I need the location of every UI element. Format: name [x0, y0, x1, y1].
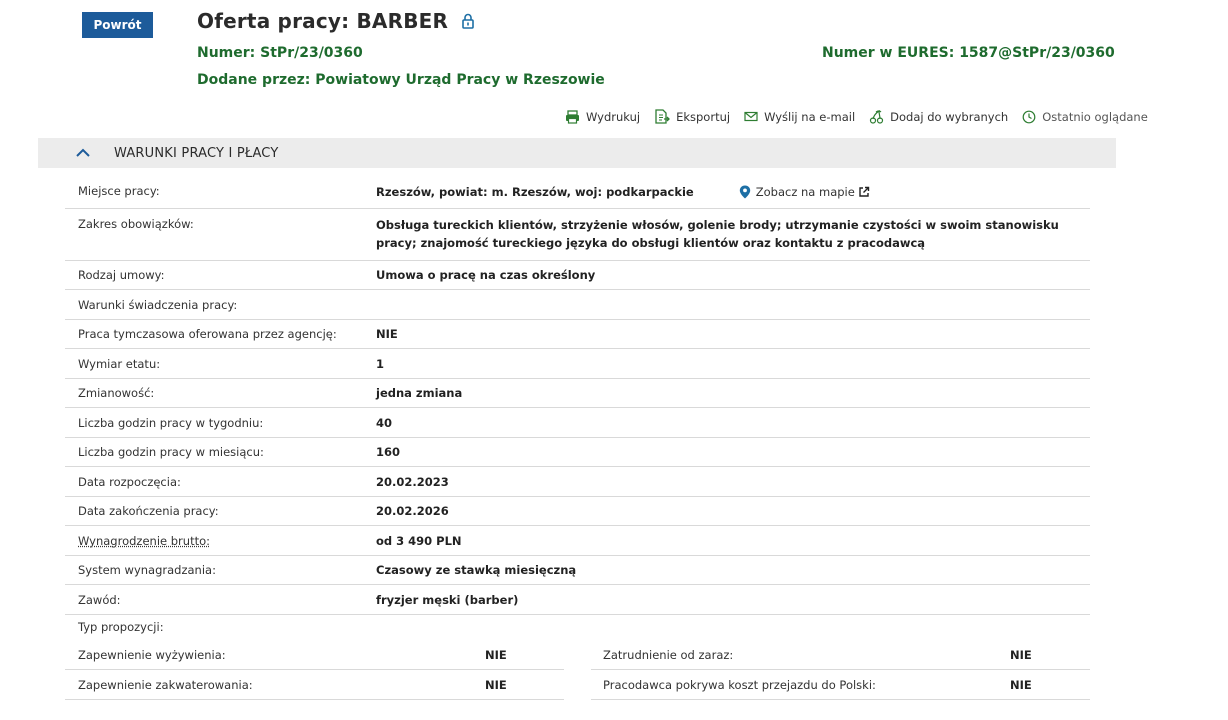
row-key: System wynagradzania:	[78, 563, 216, 577]
email-action[interactable]: Wyślij na e-mail	[744, 110, 855, 124]
row-value: 20.02.2026	[376, 504, 449, 518]
table-row: Liczba godzin pracy w tygodniu: 40	[65, 408, 1090, 438]
table-row: Praca tymczasowa oferowana przez agencję…	[65, 320, 1090, 349]
row-key: Data zakończenia pracy:	[78, 504, 219, 518]
row-value: fryzjer męski (barber)	[376, 592, 519, 607]
table-row: Miejsce pracy: Rzeszów, powiat: m. Rzesz…	[65, 175, 1090, 209]
table-row: Data zakończenia pracy: 20.02.2026	[65, 497, 1090, 526]
proposal-key: Zapewnienie zakwaterowania:	[78, 677, 253, 692]
table-row: System wynagradzania: Czasowy ze stawką …	[65, 556, 1090, 585]
section-title: WARUNKI PRACY I PŁACY	[114, 145, 279, 161]
table-row: Zakres obowiązków: Obsługa tureckich kli…	[65, 209, 1090, 261]
row-value: Umowa o pracę na czas określony	[376, 268, 596, 282]
map-pin-icon	[739, 185, 750, 198]
table-row: Data rozpoczęcia: 20.02.2023	[65, 467, 1090, 497]
cherries-icon	[870, 109, 884, 124]
print-action[interactable]: Wydrukuj	[565, 110, 640, 124]
row-value: NIE	[376, 327, 398, 341]
table-row: Wynagrodzenie brutto: od 3 490 PLN	[65, 526, 1090, 556]
proposal-item: Zapewnienie wyżywienia: NIE	[65, 641, 564, 670]
email-action-label: Wyślij na e-mail	[764, 109, 856, 124]
row-value: Obsługa tureckich klientów, strzyżenie w…	[376, 218, 1059, 250]
row-value: 1	[376, 356, 385, 371]
proposal-item: Pracodawca pokrywa koszt przejazdu do Po…	[591, 670, 1090, 700]
table-row: Zawód: fryzjer męski (barber)	[65, 585, 1090, 615]
row-value: 160	[376, 445, 401, 459]
page-title-row: Oferta pracy: BARBER	[197, 9, 475, 33]
lock-icon	[461, 13, 475, 29]
offer-number: Numer: StPr/23/0360	[197, 45, 363, 61]
row-key: Praca tymczasowa oferowana przez agencję…	[78, 327, 337, 341]
export-icon	[655, 109, 671, 124]
printer-icon	[566, 109, 579, 124]
recently-viewed-label: Ostatnio oglądane	[1042, 109, 1148, 124]
clock-icon	[1022, 110, 1036, 123]
added-by-label: Dodane przez:	[197, 72, 311, 88]
section-header-warunki[interactable]: WARUNKI PRACY I PŁACY	[38, 138, 1116, 168]
proposal-value: NIE	[485, 677, 507, 692]
row-key: Miejsce pracy:	[78, 184, 160, 198]
row-key: Wymiar etatu:	[78, 356, 161, 371]
eures-number: Numer w EURES: 1587@StPr/23/0360	[822, 45, 1115, 61]
row-value: 40	[376, 415, 393, 430]
row-key: Liczba godzin pracy w miesiącu:	[78, 445, 264, 459]
table-row: Liczba godzin pracy w miesiącu: 160	[65, 438, 1090, 467]
map-link[interactable]: Zobacz na mapie	[739, 185, 870, 199]
offer-number-label: Numer:	[197, 45, 256, 61]
row-value: Rzeszów, powiat: m. Rzeszów, woj: podkar…	[376, 185, 1090, 199]
recently-viewed-action[interactable]: Ostatnio oglądane	[1022, 110, 1148, 124]
print-action-label: Wydrukuj	[586, 109, 641, 124]
external-link-icon	[859, 186, 870, 197]
proposal-item: Zatrudnienie od zaraz: NIE	[591, 641, 1090, 670]
row-key: Zmianowość:	[78, 386, 155, 400]
row-value: od 3 490 PLN	[376, 533, 462, 548]
conditions-table: Miejsce pracy: Rzeszów, powiat: m. Rzesz…	[65, 175, 1090, 615]
typ-propozycji-label: Typ propozycji:	[78, 620, 164, 634]
eures-number-value: 1587@StPr/23/0360	[959, 45, 1115, 61]
actions-toolbar: Wydrukuj Eksportuj Wyślij na e-mail Doda…	[565, 109, 1148, 124]
proposal-key: Pracodawca pokrywa koszt przejazdu do Po…	[603, 677, 876, 692]
row-key: Liczba godzin pracy w tygodniu:	[78, 415, 264, 430]
back-button[interactable]: Powrót	[82, 12, 153, 38]
location-value: Rzeszów, powiat: m. Rzeszów, woj: podkar…	[376, 184, 694, 199]
row-value: 20.02.2023	[376, 474, 449, 489]
table-row: Warunki świadczenia pracy:	[65, 290, 1090, 320]
table-row: Zmianowość: jedna zmiana	[65, 379, 1090, 408]
salary-key-tooltip[interactable]: Wynagrodzenie brutto:	[65, 534, 376, 548]
row-key: Data rozpoczęcia:	[78, 474, 181, 489]
map-link-label: Zobacz na mapie	[755, 184, 855, 199]
offer-number-value: StPr/23/0360	[260, 45, 363, 61]
added-by: Dodane przez: Powiatowy Urząd Pracy w Rz…	[197, 72, 605, 88]
row-key: Warunki świadczenia pracy:	[78, 297, 238, 312]
page-title: Oferta pracy: BARBER	[197, 9, 449, 33]
proposal-key: Zatrudnienie od zaraz:	[603, 648, 734, 662]
row-key: Zawód:	[78, 592, 121, 607]
export-action-label: Eksportuj	[676, 109, 731, 124]
eures-number-label: Numer w EURES:	[822, 45, 955, 61]
envelope-icon	[744, 111, 758, 122]
proposal-value: NIE	[1010, 648, 1032, 662]
export-action[interactable]: Eksportuj	[654, 109, 730, 124]
proposal-item: Zapewnienie zakwaterowania: NIE	[65, 670, 564, 700]
proposal-key: Zapewnienie wyżywienia:	[78, 648, 226, 662]
added-by-value: Powiatowy Urząd Pracy w Rzeszowie	[315, 72, 605, 88]
chevron-up-icon	[76, 148, 90, 157]
proposal-value: NIE	[485, 648, 507, 662]
row-key: Rodzaj umowy:	[78, 268, 165, 282]
row-key: Zakres obowiązków:	[78, 217, 194, 231]
add-to-favorites-label: Dodaj do wybranych	[890, 109, 1009, 124]
row-value: Czasowy ze stawką miesięczną	[376, 563, 577, 577]
row-value: jedna zmiana	[376, 386, 463, 400]
table-row: Rodzaj umowy: Umowa o pracę na czas okre…	[65, 261, 1090, 290]
proposal-value: NIE	[1010, 677, 1032, 692]
table-row: Wymiar etatu: 1	[65, 349, 1090, 379]
add-to-favorites-action[interactable]: Dodaj do wybranych	[869, 109, 1009, 124]
